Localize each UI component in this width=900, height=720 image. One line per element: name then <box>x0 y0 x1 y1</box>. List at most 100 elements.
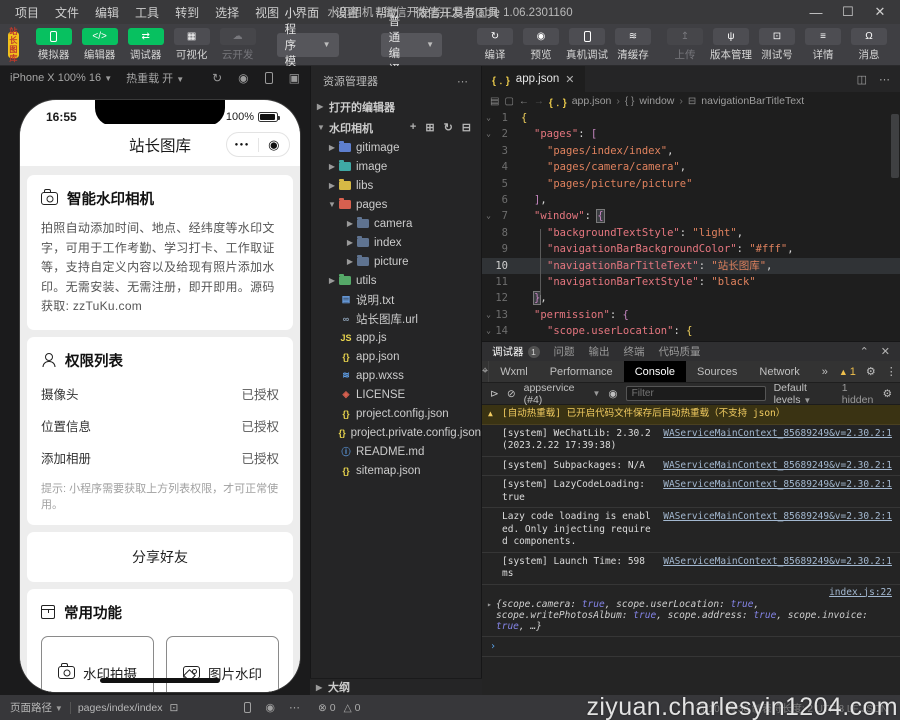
code-line-12[interactable]: 12}, <box>482 290 900 306</box>
eye-icon[interactable]: ◉ <box>608 388 617 400</box>
settings-gear-icon[interactable]: ⚙ <box>866 365 876 378</box>
tree-item-camera[interactable]: ▶ camera <box>311 214 481 233</box>
breadcrumb-window[interactable]: window <box>639 95 674 107</box>
tab-overflow-icon[interactable]: » <box>811 361 839 382</box>
source-link[interactable]: WAServiceMainContext_85689249&v=2.30.2:1 <box>663 479 892 492</box>
tree-item-app.wxss[interactable]: ≋ app.wxss <box>311 366 481 385</box>
fold-icon[interactable]: ⌄ <box>482 307 495 323</box>
view-button-模拟器[interactable]: 模拟器 <box>31 27 77 62</box>
kebab-menu-icon[interactable]: ⋮ <box>886 365 897 378</box>
more-dots-icon[interactable]: ●●● <box>227 142 258 148</box>
panel-tab-终端[interactable]: 终端 <box>624 344 645 359</box>
copy-icon[interactable]: ⊡ <box>170 702 179 714</box>
devtools-tab-Wxml[interactable]: Wxml <box>489 361 539 382</box>
new-folder-icon[interactable]: ⊞ <box>425 121 434 134</box>
warning-count[interactable]: 1 <box>850 366 856 378</box>
hot-reload-toggle[interactable]: 热重载 开 ▼ <box>126 70 184 86</box>
view-button-可视化[interactable]: ▦ 可视化 <box>169 27 215 62</box>
inspect-element-icon[interactable]: ⌖ <box>482 361 490 382</box>
feature-button-水印拍摄[interactable]: 水印拍摄 <box>41 635 154 692</box>
breadcrumb-property[interactable]: navigationBarTitleText <box>701 95 804 107</box>
action-button-编译[interactable]: ↻ 编译 <box>472 27 518 62</box>
clear-console-icon[interactable]: ⊘ <box>507 388 516 400</box>
tree-item-picture[interactable]: ▶ picture <box>311 252 481 271</box>
compile-mode-select[interactable]: 普通编译 ▼ <box>380 16 442 76</box>
fold-icon[interactable]: ⌄ <box>482 208 495 224</box>
action-button-预览[interactable]: ◉ 预览 <box>518 27 564 62</box>
menu-item-微信开发者工具[interactable]: 微信开发者工具 <box>408 2 506 23</box>
tree-item-utils[interactable]: ▶ utils <box>311 271 481 290</box>
eye-icon[interactable]: ◉ <box>265 701 275 714</box>
opened-editors-section[interactable]: ▶ 打开的编辑器 <box>311 96 481 117</box>
code-line-8[interactable]: 8 "backgroundTextStyle": "light", <box>482 225 900 241</box>
menu-item-视图[interactable]: 视图 <box>248 2 286 23</box>
source-link[interactable]: index.js:22 <box>829 587 892 598</box>
console-sidebar-icon[interactable]: ⊳ <box>490 388 499 400</box>
tree-item-app.js[interactable]: JS app.js <box>311 328 481 347</box>
tree-item-sitemap.json[interactable]: {} sitemap.json <box>311 461 481 480</box>
publish-button-消息[interactable]: Ω 消息 <box>846 27 892 62</box>
tree-item-pages[interactable]: ▼ pages <box>311 195 481 214</box>
source-link[interactable]: WAServiceMainContext_85689249&v=2.30.2:1 <box>663 556 892 569</box>
bookmark-icon[interactable]: ▢ <box>504 96 513 107</box>
tree-item-README.md[interactable]: ⓘ README.md <box>311 442 481 461</box>
new-file-icon[interactable]: + <box>410 121 416 134</box>
tree-item-project.config.json[interactable]: {} project.config.json <box>311 404 481 423</box>
tab-app-json[interactable]: {﹒} app.json ✕ <box>482 66 585 92</box>
collapse-panel-icon[interactable]: ⌃ <box>860 345 869 358</box>
menu-item-选择[interactable]: 选择 <box>208 2 246 23</box>
breadcrumb-file[interactable]: app.json <box>572 95 612 107</box>
action-button-真机调试[interactable]: 真机调试 <box>564 27 610 62</box>
maximize-button[interactable]: ☐ <box>834 2 862 22</box>
warning-count[interactable]: △ 0 <box>344 702 361 714</box>
tree-item-gitimage[interactable]: ▶ gitimage <box>311 138 481 157</box>
tree-item-app.json[interactable]: {} app.json <box>311 347 481 366</box>
refresh-icon[interactable]: ↻ <box>444 121 453 134</box>
console-prompt[interactable]: › <box>482 635 900 657</box>
code-line-4[interactable]: 4 "pages/camera/camera", <box>482 159 900 175</box>
view-button-编辑器[interactable]: </> 编辑器 <box>77 27 123 62</box>
error-count[interactable]: ⊗ 0 <box>318 702 336 714</box>
outline-section[interactable]: ▶ 大纲 <box>310 678 482 695</box>
context-select[interactable]: appservice (#4) ▼ <box>524 382 601 406</box>
exit-target-icon[interactable]: ◉ <box>259 137 290 153</box>
outline-list-icon[interactable]: ▤ <box>490 96 499 107</box>
menu-item-文件[interactable]: 文件 <box>48 2 86 23</box>
menu-item-项目[interactable]: 项目 <box>8 2 46 23</box>
panel-tab-输出[interactable]: 输出 <box>589 344 610 359</box>
fold-icon[interactable]: ⌄ <box>482 126 495 142</box>
refresh-icon[interactable]: ↻ <box>212 71 222 85</box>
device-select[interactable]: iPhone X 100% 16 ▼ <box>10 72 112 84</box>
device-frame-icon[interactable] <box>264 72 273 84</box>
panel-tab-问题[interactable]: 问题 <box>554 344 575 359</box>
code-line-13[interactable]: ⌄ 13 "permission": { <box>482 307 900 323</box>
code-editor[interactable]: ⌄ 1{⌄ 2 "pages": [3 "pages/index/index", 4 "pa… <box>482 110 900 341</box>
code-line-6[interactable]: 6], <box>482 192 900 208</box>
source-link[interactable]: WAServiceMainContext_85689249&v=2.30.2:1 <box>663 460 892 473</box>
source-link[interactable]: WAServiceMainContext_85689249&v=2.30.2:1 <box>663 511 892 524</box>
code-line-14[interactable]: ⌄ 14 "scope.userLocation": { <box>482 323 900 339</box>
more-actions-icon[interactable]: ⋯ <box>879 73 890 86</box>
tree-item-LICENSE[interactable]: ◈ LICENSE <box>311 385 481 404</box>
code-line-10[interactable]: 10 "navigationBarTitleText": "站长图库", <box>482 257 900 274</box>
code-line-3[interactable]: 3 "pages/index/index", <box>482 143 900 159</box>
menu-item-转到[interactable]: 转到 <box>168 2 206 23</box>
panel-tab-代码质量[interactable]: 代码质量 <box>659 344 701 359</box>
close-button[interactable]: ✕ <box>866 2 894 22</box>
levels-select[interactable]: Default levels ▼ <box>774 382 834 406</box>
publish-button-版本管理[interactable]: ψ 版本管理 <box>708 27 754 62</box>
device-debug-icon[interactable] <box>244 702 252 713</box>
code-line-11[interactable]: 11 "navigationBarTextStyle": "black" <box>482 274 900 290</box>
collapse-all-icon[interactable]: ⊟ <box>462 121 471 134</box>
close-panel-icon[interactable]: ✕ <box>881 345 890 358</box>
capsule-menu[interactable]: ●●● ◉ <box>226 132 290 157</box>
multi-window-icon[interactable]: ▣ <box>289 71 300 85</box>
console-settings-gear-icon[interactable]: ⚙ <box>883 388 892 400</box>
action-button-清缓存[interactable]: ≋ 清缓存 <box>610 27 656 62</box>
devtools-tab-Console[interactable]: Console <box>623 361 687 382</box>
menu-item-编辑[interactable]: 编辑 <box>88 2 126 23</box>
close-icon[interactable]: ✕ <box>565 73 574 86</box>
tree-item-project.private.config.json[interactable]: {} project.private.config.json <box>311 423 481 442</box>
account-avatar[interactable]: 站长图库 <box>8 27 19 63</box>
publish-button-上传[interactable]: ↥ 上传 <box>662 27 708 62</box>
